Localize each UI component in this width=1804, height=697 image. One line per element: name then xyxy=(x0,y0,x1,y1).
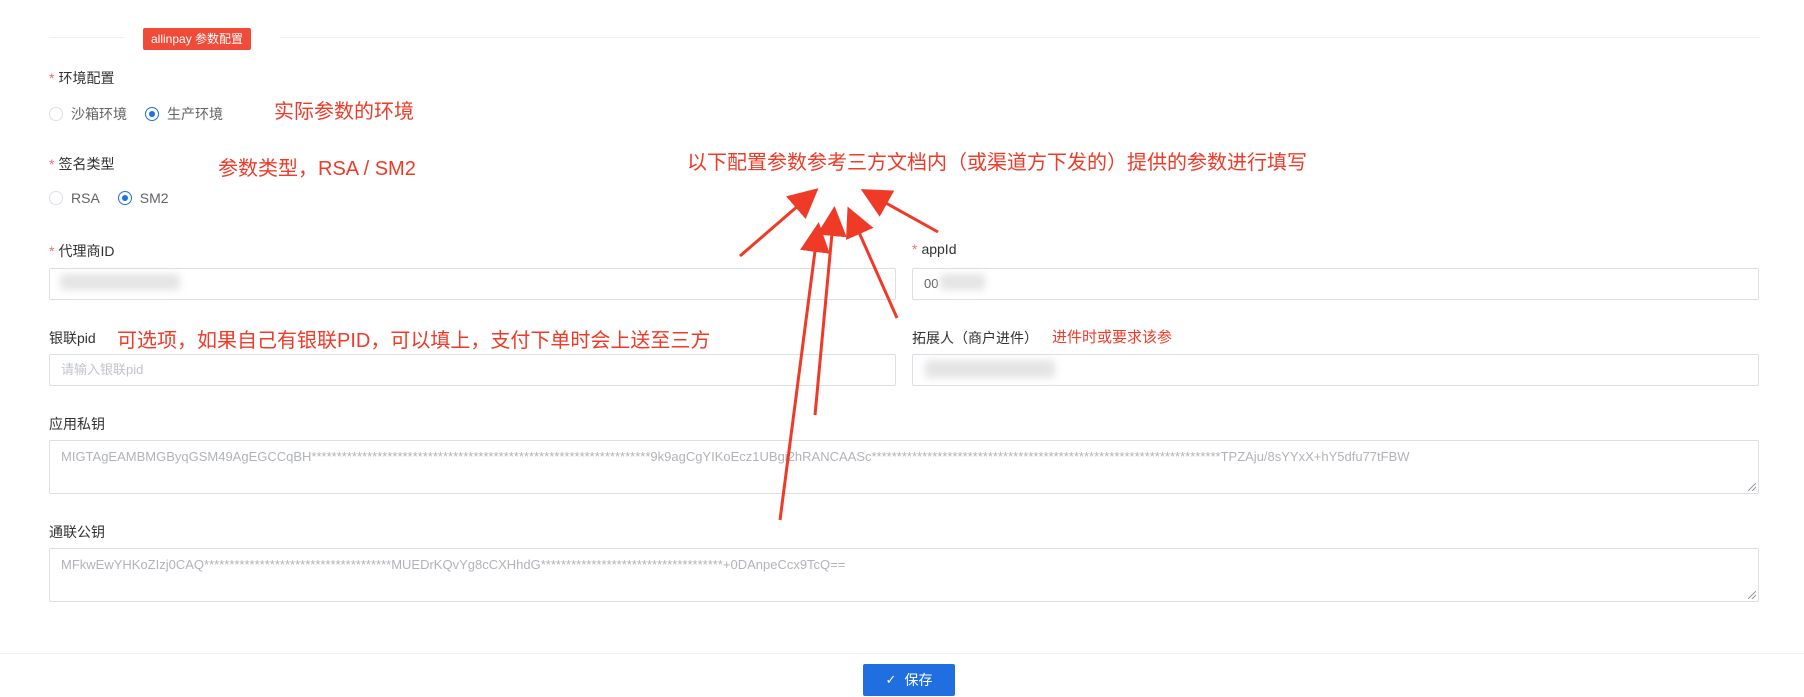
arrow-line xyxy=(739,188,819,258)
arrow-line xyxy=(860,189,939,234)
footer-divider xyxy=(0,653,1804,654)
check-icon: ✓ xyxy=(885,672,897,687)
save-button[interactable]: ✓ 保存 xyxy=(863,664,955,696)
annotation-arrows xyxy=(739,188,939,521)
arrow-line xyxy=(813,206,847,416)
arrow-line xyxy=(846,206,899,319)
arrow-line xyxy=(778,222,830,521)
